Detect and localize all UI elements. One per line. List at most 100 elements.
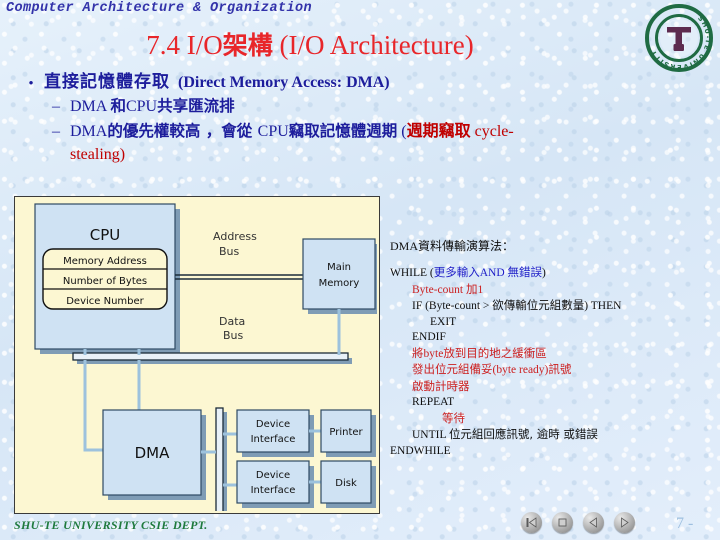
course-title-header: Computer Architecture & Organization bbox=[6, 1, 313, 16]
page-title-english: (I/O Architecture) bbox=[279, 30, 474, 60]
nav-first-button[interactable] bbox=[521, 512, 542, 533]
shu-te-university-seal-logo: SHU-TE UNIVERSITY bbox=[644, 3, 714, 73]
diagram-svg: .bx{fill:#cfe2f3;stroke:#2e4a63;stroke-w… bbox=[34, 203, 377, 511]
algorithm-run-7-0: 啟動計時器 bbox=[412, 378, 470, 393]
device-interface-0-line2: Interface bbox=[251, 434, 296, 445]
bullet-run-1-6: cycle- bbox=[470, 122, 514, 140]
algorithm-run-0-1: 更多輸入 bbox=[433, 265, 480, 280]
bullet-run-0-2: CPU bbox=[125, 97, 158, 115]
navigation-buttons[interactable] bbox=[521, 512, 635, 533]
cpu-register-1: Number of Bytes bbox=[63, 276, 147, 287]
algorithm-run-5-1: byte bbox=[423, 347, 444, 360]
bullet-marker-dot: • bbox=[28, 75, 34, 90]
bullet-level2-2: – DMA的優先權較高 ，會從 CPU竊取記憶體週期 (週期竊取 cycle- bbox=[52, 119, 678, 144]
algorithm-run-1-0: Byte-count bbox=[412, 283, 466, 296]
algorithm-heading-en: DMA bbox=[390, 239, 419, 253]
bullet-level1-cjk: 直接記憶體存取 bbox=[44, 72, 170, 92]
algorithm-line-0: WHILE (更多輸入AND 無錯誤) bbox=[390, 265, 715, 282]
algorithm-heading-cjk: 資料傳輸演算法： bbox=[418, 239, 515, 253]
main-memory-label-1: Main bbox=[327, 262, 351, 273]
first-slide-icon bbox=[526, 517, 537, 528]
page-title-cjk: 架構 bbox=[222, 31, 273, 60]
algorithm-run-6-2: 訊號 bbox=[548, 362, 572, 377]
algorithm-run-0-3: 無錯誤 bbox=[507, 265, 543, 280]
previous-arrow-icon bbox=[589, 517, 597, 528]
bullet-level1: • 直接記憶體存取 (Direct Memory Access: DMA) bbox=[18, 70, 678, 95]
device-interface-0-line1: Device bbox=[256, 419, 290, 430]
algorithm-run-2-1: 欲傳輸位元組數量 bbox=[492, 298, 585, 313]
disk-label: Disk bbox=[335, 478, 357, 489]
bullet-list: • 直接記憶體存取 (Direct Memory Access: DMA) – … bbox=[18, 70, 678, 166]
algorithm-line-11: ENDWHILE bbox=[390, 444, 715, 460]
bullet-run-0-0: DMA bbox=[70, 97, 111, 115]
algorithm-run-0-2: AND bbox=[479, 267, 508, 280]
algorithm-line-8: REPEAT bbox=[390, 395, 715, 411]
algorithm-line-7: 啟動計時器 bbox=[390, 379, 715, 396]
address-bus-label-1: Address bbox=[213, 230, 257, 243]
bullet-run-1-3: 竊取記憶體週期 bbox=[288, 121, 398, 140]
main-memory-label-2: Memory bbox=[319, 278, 360, 289]
bullet-level2-1: – DMA 和CPU共享匯流排 bbox=[52, 95, 678, 119]
dma-algorithm-text: DMA資料傳輸演算法： WHILE (更多輸入AND 無錯誤) Byte-coun… bbox=[390, 238, 715, 459]
bullet-run-1-4: ( bbox=[397, 122, 407, 140]
nav-previous-button[interactable] bbox=[583, 512, 604, 533]
device-interface-1-line1: Device bbox=[256, 470, 290, 481]
algorithm-line-1: Byte-count 加1 bbox=[390, 282, 715, 299]
algorithm-lines: WHILE (更多輸入AND 無錯誤) Byte-count 加1 IF (Byte… bbox=[390, 265, 715, 459]
algorithm-line-4: ENDIF bbox=[390, 330, 715, 346]
algorithm-run-1-1: 加 bbox=[465, 281, 478, 296]
nav-stop-button[interactable] bbox=[552, 512, 573, 533]
bullet-marker-dash: – bbox=[52, 97, 60, 115]
slide-canvas: Computer Architecture & Organization 7.4… bbox=[0, 0, 720, 540]
next-arrow-icon bbox=[621, 517, 629, 528]
algorithm-run-3-0: EXIT bbox=[430, 315, 457, 328]
bullet-run-0-1: 和 bbox=[110, 96, 126, 115]
printer-label: Printer bbox=[329, 427, 363, 438]
algorithm-line-5: 將byte放到目的地之緩衝區 bbox=[390, 346, 715, 363]
algorithm-run-1-2: 1 bbox=[477, 283, 484, 296]
cpu-label: CPU bbox=[90, 226, 121, 244]
algorithm-run-9-0: 等待 bbox=[442, 410, 465, 425]
algorithm-run-5-0: 將 bbox=[412, 345, 424, 360]
algorithm-line-2: IF (Byte-count > 欲傳輸位元組數量) THEN bbox=[390, 298, 715, 315]
page-number: 7 - bbox=[676, 515, 694, 532]
bullet-run-1-1: 的優先權較高 ，會從 bbox=[107, 121, 258, 140]
algorithm-line-6: 發出位元組備妥(byte ready)訊號 bbox=[390, 362, 715, 379]
device-interface-1-line2: Interface bbox=[251, 485, 296, 496]
data-bus-label-1: Data bbox=[219, 315, 245, 328]
cpu-register-2: Device Number bbox=[66, 296, 144, 307]
algorithm-line-10: UNTIL 位元組回應訊號, 逾時 或錯誤 bbox=[390, 427, 715, 444]
footer-institution: SHU-TE UNIVERSITY CSIE DEPT. bbox=[14, 518, 208, 532]
algorithm-heading: DMA資料傳輸演算法： bbox=[390, 238, 715, 254]
algorithm-run-8-0: REPEAT bbox=[412, 396, 455, 409]
algorithm-run-0-0: WHILE ( bbox=[390, 267, 434, 280]
page-title: 7.4 I/O架構 (I/O Architecture) bbox=[0, 26, 620, 62]
bullet-run-1-0: DMA bbox=[70, 122, 108, 140]
bullet-run-1-5: 週期竊取 bbox=[406, 120, 471, 140]
page-title-number: 7.4 I/O bbox=[146, 30, 223, 60]
cpu-register-0: Memory Address bbox=[63, 256, 147, 267]
algorithm-run-11-0: ENDWHILE bbox=[390, 444, 451, 457]
algorithm-run-6-1: (byte ready) bbox=[492, 364, 549, 377]
dma-label: DMA bbox=[135, 444, 170, 462]
nav-next-button[interactable] bbox=[614, 512, 635, 533]
bullet-level2-1-text: DMA 和CPU共享匯流排 bbox=[70, 95, 235, 119]
address-bus-label-2: Bus bbox=[219, 245, 240, 258]
algorithm-line-3: EXIT bbox=[390, 315, 715, 331]
stop-square-icon bbox=[558, 518, 567, 527]
algorithm-line-9: 等待 bbox=[390, 411, 715, 428]
algorithm-run-2-2: ) THEN bbox=[584, 300, 622, 313]
algorithm-run-6-0: 發出位元組備妥 bbox=[412, 362, 493, 377]
bullet-run-1-2: CPU bbox=[257, 122, 289, 140]
algorithm-run-0-4: ) bbox=[542, 267, 546, 280]
algorithm-run-4-0: ENDIF bbox=[412, 331, 446, 344]
bullet-marker-dash: – bbox=[52, 122, 60, 140]
bullet-run-0-3: 共享匯流排 bbox=[157, 96, 235, 115]
algorithm-run-2-0: IF (Byte-count > bbox=[412, 300, 493, 313]
dma-block-diagram: .bx{fill:#cfe2f3;stroke:#2e4a63;stroke-w… bbox=[14, 196, 380, 514]
seal-icon: SHU-TE UNIVERSITY bbox=[645, 4, 713, 72]
data-bus-label-2: Bus bbox=[223, 329, 244, 342]
algorithm-run-10-0: UNTIL bbox=[412, 429, 449, 442]
bullet-level1-english: (Direct Memory Access: DMA) bbox=[178, 74, 390, 91]
algorithm-run-5-2: 放到目的地之緩衝區 bbox=[443, 345, 547, 360]
